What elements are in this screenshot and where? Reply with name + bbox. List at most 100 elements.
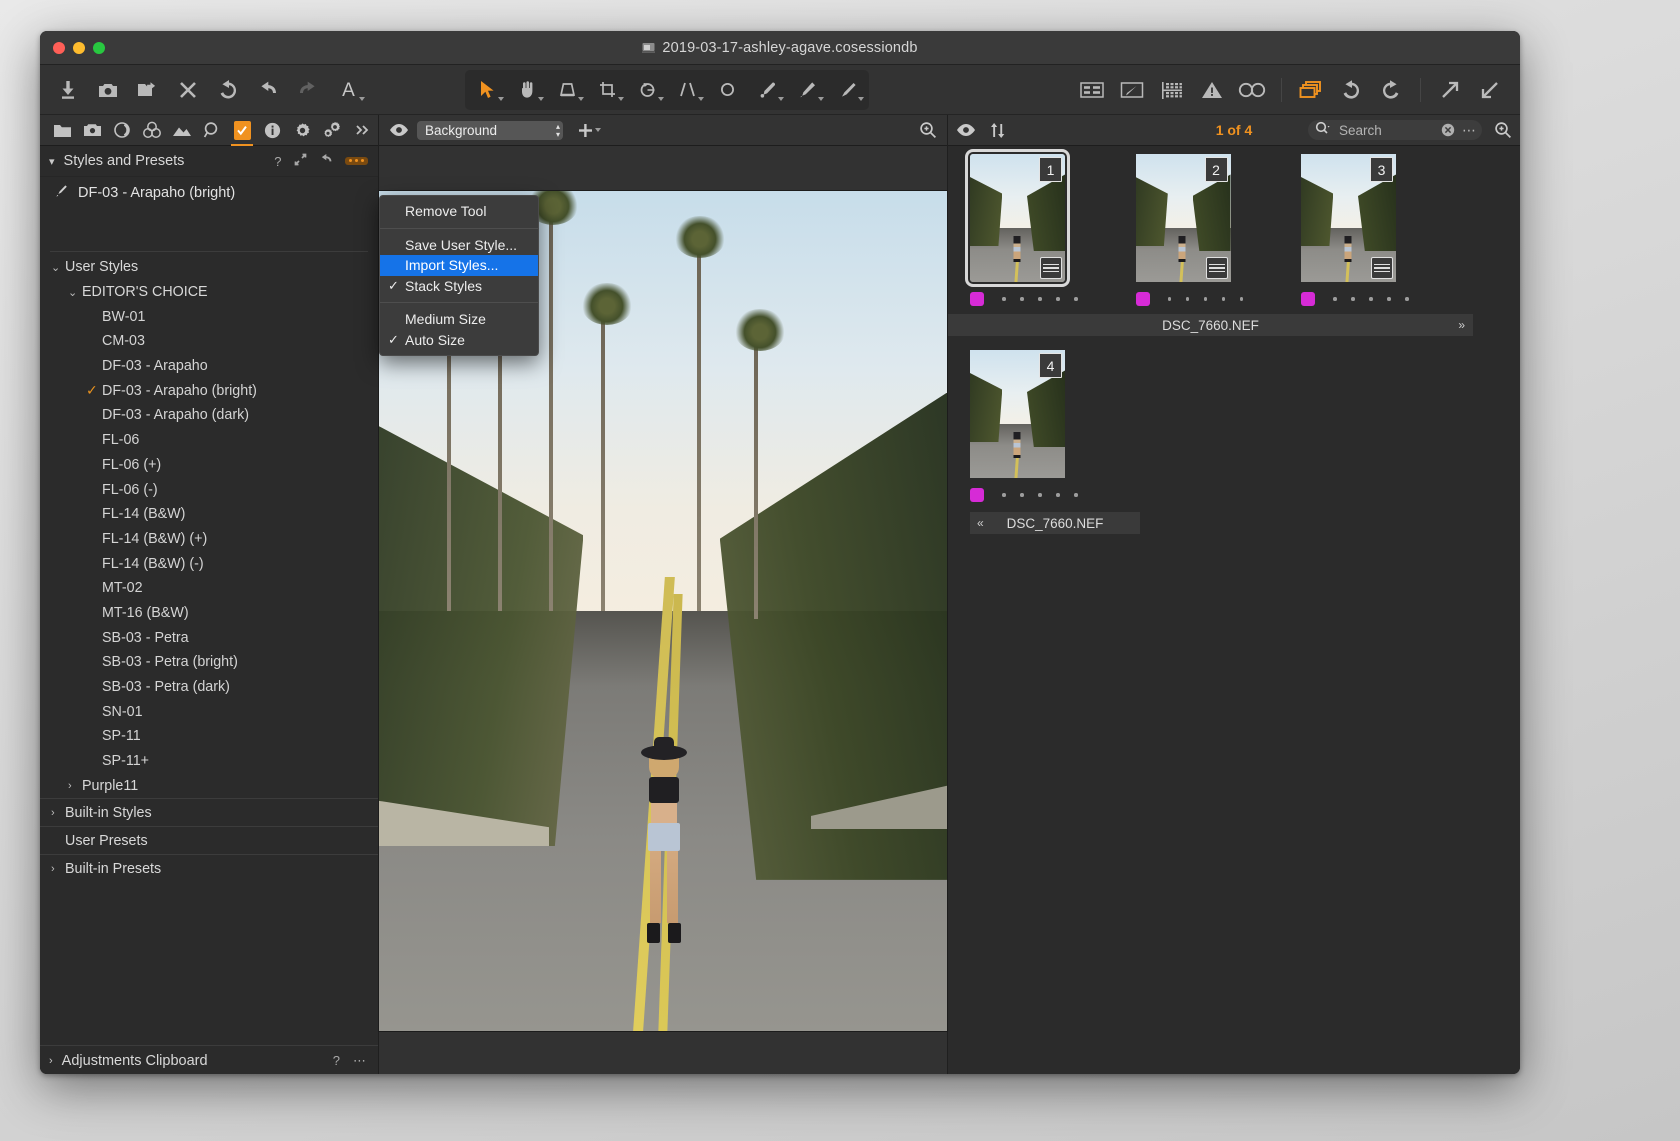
annotations-icon[interactable] (1112, 71, 1152, 109)
filename-bar-row-2[interactable]: « DSC_7660.NEF (970, 512, 1140, 534)
layer-select[interactable]: Background ▴ ▾ (417, 120, 563, 140)
color-label-swatch[interactable] (1301, 292, 1315, 306)
tab-capture[interactable] (77, 116, 107, 145)
window-controls[interactable] (53, 41, 105, 54)
tab-exposure[interactable] (167, 116, 197, 145)
style-row[interactable]: SP-11 (40, 724, 378, 749)
search-field[interactable]: ⋯ (1308, 120, 1482, 140)
style-row[interactable]: › Purple11 (40, 773, 378, 798)
context-menu-item[interactable]: ✓ Auto Size (380, 330, 538, 351)
expand-right-icon[interactable]: » (1458, 318, 1465, 332)
context-menu[interactable]: Remove Tool Save User Style... Import Styl… (379, 195, 539, 356)
minimize-button[interactable] (73, 41, 85, 54)
delete-icon[interactable] (168, 71, 208, 109)
style-row[interactable]: SP-11+ (40, 749, 378, 774)
undo-arrow-icon[interactable] (1331, 71, 1371, 109)
rating-dots[interactable] (1002, 493, 1078, 497)
context-menu-item[interactable]: ✓ Stack Styles (380, 276, 538, 297)
pan-tool-icon[interactable] (507, 71, 547, 109)
current-style-row[interactable]: DF-03 - Arapaho (bright) (40, 177, 378, 209)
tab-metadata[interactable] (257, 116, 287, 145)
chevron-right-icon[interactable]: › (49, 1055, 53, 1067)
style-row[interactable]: DF-03 - Arapaho (dark) (40, 403, 378, 428)
tab-adjustments[interactable] (227, 116, 257, 146)
style-row[interactable]: ⌄ User Styles (40, 255, 378, 280)
tab-batch[interactable] (317, 116, 347, 145)
thumbnail-grid[interactable]: 1 2 3 DSC_7660.NEF » 4 « DSC_7660.NEF (948, 146, 1520, 1074)
add-layer-icon[interactable] (577, 122, 601, 139)
redo-icon[interactable] (288, 71, 328, 109)
styles-section-row[interactable]: › Built-in Styles (40, 798, 378, 826)
metadata-panel-icon[interactable] (1072, 71, 1112, 109)
context-menu-item[interactable]: Import Styles... (380, 255, 538, 276)
tab-library[interactable] (47, 116, 77, 145)
rotate-tool-icon[interactable] (627, 71, 667, 109)
style-row[interactable]: FL-06 (40, 428, 378, 453)
crop-tool-icon[interactable] (587, 71, 627, 109)
rating-dots[interactable] (1002, 297, 1078, 301)
context-menu-item[interactable]: Save User Style... (380, 235, 538, 256)
thumbnail-item[interactable]: 2 (1135, 154, 1243, 308)
chevron-right-icon[interactable]: › (51, 807, 65, 819)
keystone-tool-icon[interactable] (547, 71, 587, 109)
eye-icon[interactable] (956, 123, 976, 137)
style-row[interactable]: BW-01 (40, 304, 378, 329)
undo-icon[interactable] (248, 71, 288, 109)
expand-left-icon[interactable]: « (977, 516, 984, 530)
warning-icon[interactable] (1192, 71, 1232, 109)
style-row[interactable]: SB-03 - Petra (dark) (40, 675, 378, 700)
tab-details[interactable] (197, 116, 227, 145)
chevron-down-icon[interactable]: ⌄ (51, 261, 65, 274)
style-row[interactable]: DF-03 - Arapaho (40, 354, 378, 379)
process-icon[interactable] (1470, 71, 1510, 109)
thumbnail-image[interactable]: 3 (1301, 154, 1396, 282)
grid-overlay-icon[interactable] (1152, 71, 1192, 109)
color-label-swatch[interactable] (1135, 292, 1150, 306)
tab-overflow[interactable] (347, 116, 377, 145)
thumbnail-image[interactable]: 4 (970, 350, 1065, 478)
color-label-swatch[interactable] (970, 488, 984, 502)
reset-icon[interactable] (208, 71, 248, 109)
clear-circle-icon[interactable] (1441, 123, 1455, 137)
filename-bar-row-1[interactable]: DSC_7660.NEF » (948, 314, 1473, 336)
thumbnail-image[interactable]: 1 (965, 149, 1070, 287)
magnifier-plus-icon[interactable] (919, 121, 937, 139)
context-menu-item[interactable]: Medium Size (380, 309, 538, 330)
style-row[interactable]: ✓ DF-03 - Arapaho (bright) (40, 378, 378, 403)
tab-color[interactable] (137, 116, 167, 145)
annotate-text-icon[interactable]: A (328, 71, 368, 109)
style-row[interactable]: FL-14 (B&W) (-) (40, 551, 378, 576)
chevron-right-icon[interactable]: › (51, 863, 65, 875)
import-icon[interactable] (48, 71, 88, 109)
adjustments-clipboard-header[interactable]: › Adjustments Clipboard ? ⋯ (40, 1045, 378, 1074)
redo-arrow-icon[interactable] (1371, 71, 1411, 109)
chevron-down-icon[interactable]: ▾ (49, 155, 55, 168)
clone-brush-tool-icon[interactable] (787, 71, 827, 109)
style-row[interactable]: ⌄ EDITOR'S CHOICE (40, 280, 378, 305)
more-icon[interactable]: ⋯ (1462, 123, 1476, 137)
thumbnail-image[interactable]: 2 (1135, 154, 1231, 282)
eye-icon[interactable] (389, 123, 409, 137)
close-button[interactable] (53, 41, 65, 54)
tab-output[interactable] (287, 116, 317, 145)
thumbnail-item[interactable]: 3 (1301, 154, 1409, 308)
search-icon[interactable] (1315, 121, 1331, 140)
styles-section-row[interactable]: User Presets (40, 826, 378, 854)
style-row[interactable]: FL-14 (B&W) (+) (40, 527, 378, 552)
stack-icon[interactable] (1291, 71, 1331, 109)
styles-list[interactable]: ⌄ User Styles ⌄ EDITOR'S CHOICE BW-01 CM-03 DF… (40, 252, 378, 1045)
pointer-tool-icon[interactable] (467, 71, 507, 109)
style-row[interactable]: CM-03 (40, 329, 378, 354)
style-row[interactable]: MT-16 (B&W) (40, 601, 378, 626)
move-to-folder-icon[interactable] (128, 71, 168, 109)
zoom-button[interactable] (93, 41, 105, 54)
rating-dots[interactable] (1167, 297, 1243, 301)
popout-icon[interactable] (294, 153, 307, 169)
styles-section-row[interactable]: › Built-in Presets (40, 854, 378, 882)
focus-mask-icon[interactable] (1232, 71, 1272, 109)
style-row[interactable]: FL-06 (+) (40, 453, 378, 478)
straighten-tool-icon[interactable] (667, 71, 707, 109)
color-label-swatch[interactable] (970, 292, 984, 306)
thumbnail-item[interactable]: 4 (970, 350, 1078, 504)
style-row[interactable]: MT-02 (40, 576, 378, 601)
